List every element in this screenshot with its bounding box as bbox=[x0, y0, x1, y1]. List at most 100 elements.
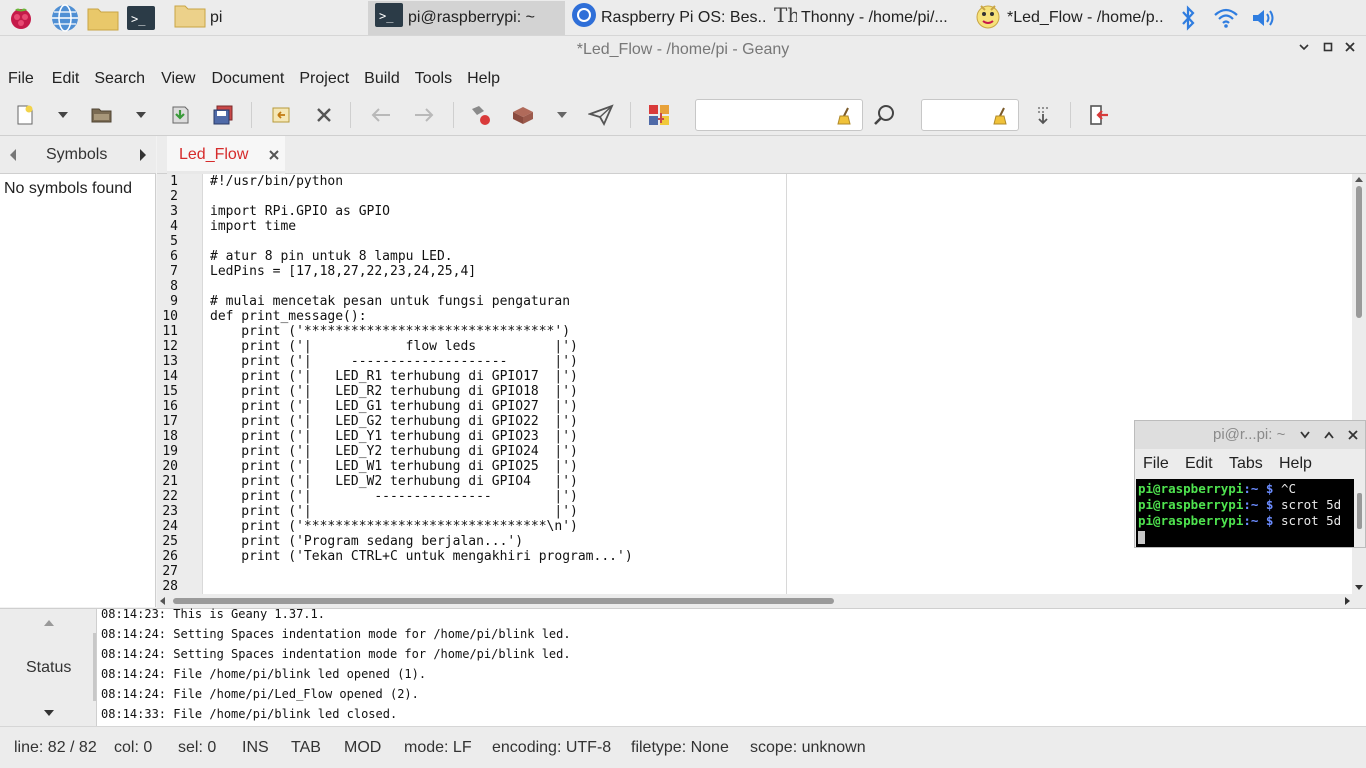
code-line: print ('| -------------------- |') bbox=[210, 354, 578, 369]
terminal-titlebar: pi@r...pi: ~ bbox=[1135, 421, 1365, 449]
menu-build[interactable]: Build bbox=[364, 70, 400, 88]
save-button[interactable] bbox=[167, 103, 193, 127]
terminal-menu-help[interactable]: Help bbox=[1279, 455, 1312, 473]
chevron-down-icon bbox=[1299, 44, 1309, 51]
chevron-right-icon[interactable] bbox=[138, 148, 148, 162]
color-chooser-button[interactable] bbox=[646, 103, 672, 127]
file-manager-icon[interactable] bbox=[86, 1, 120, 35]
menu-tools[interactable]: Tools bbox=[415, 70, 452, 88]
code-line: print ('| --------------- |') bbox=[210, 489, 578, 504]
save-all-button[interactable] bbox=[210, 103, 236, 127]
vertical-scroll-thumb[interactable] bbox=[1356, 186, 1362, 318]
taskbar-folder-pi[interactable]: pi bbox=[168, 1, 368, 35]
build-options-dropdown[interactable] bbox=[551, 103, 573, 127]
close-icon[interactable] bbox=[1347, 429, 1359, 441]
goto-line-button[interactable] bbox=[1030, 103, 1056, 127]
find-button[interactable] bbox=[872, 103, 898, 127]
terminal-cursor bbox=[1138, 531, 1145, 544]
tab-status[interactable]: Status bbox=[26, 659, 71, 677]
dropdown-arrow-icon bbox=[557, 112, 567, 118]
terminal-line: pi@raspberrypi:~ $ ^C bbox=[1138, 481, 1296, 496]
document-tab-label: Led_Flow bbox=[179, 146, 249, 163]
clear-broom-icon[interactable] bbox=[836, 106, 854, 126]
menu-document[interactable]: Document bbox=[211, 70, 284, 88]
terminal-menu-edit[interactable]: Edit bbox=[1185, 455, 1213, 473]
new-file-button[interactable] bbox=[12, 103, 38, 127]
close-icon bbox=[317, 108, 331, 122]
web-browser-icon[interactable] bbox=[48, 1, 82, 35]
code-line: print ('| LED_R2 terhubung di GPIO18 |') bbox=[210, 384, 578, 399]
terminal-menu-file[interactable]: File bbox=[1143, 455, 1169, 473]
scroll-right-icon[interactable] bbox=[1343, 597, 1351, 605]
code-line: print ('| LED_R1 terhubung di GPIO17 |') bbox=[210, 369, 578, 384]
bluetooth-icon[interactable] bbox=[1171, 1, 1205, 35]
goto-line-input[interactable] bbox=[921, 99, 1019, 131]
toolbar-separator bbox=[453, 102, 454, 128]
execute-button[interactable] bbox=[588, 103, 614, 127]
menu-view[interactable]: View bbox=[161, 70, 195, 88]
revert-button[interactable] bbox=[268, 103, 294, 127]
menu-file[interactable]: File bbox=[8, 70, 34, 88]
terminal-scroll-thumb[interactable] bbox=[1357, 493, 1362, 529]
horizontal-scroll-thumb[interactable] bbox=[173, 598, 834, 604]
taskbar-task-geany[interactable]: *Led_Flow - /home/p... bbox=[967, 1, 1163, 35]
tab-symbols[interactable]: Symbols bbox=[46, 146, 107, 164]
wifi-icon[interactable] bbox=[1209, 1, 1243, 35]
horizontal-scrollbar[interactable] bbox=[157, 594, 1366, 608]
close-window-button[interactable] bbox=[1341, 40, 1359, 58]
line-number: 28 bbox=[162, 579, 178, 594]
code-line: print ('| flow leds |') bbox=[210, 339, 578, 354]
taskbar-task-thonny[interactable]: Th Thonny - /home/pi/... bbox=[767, 1, 967, 35]
close-tab-icon[interactable] bbox=[268, 149, 280, 161]
line-number: 18 bbox=[162, 429, 178, 444]
raspberry-menu-icon[interactable] bbox=[4, 1, 38, 35]
taskbar-task-terminal[interactable]: >_ pi@raspberrypi: ~ bbox=[368, 0, 565, 35]
scroll-left-icon[interactable] bbox=[159, 597, 167, 605]
status-sel: sel: 0 bbox=[178, 739, 217, 756]
open-file-button[interactable] bbox=[89, 103, 115, 127]
build-button[interactable] bbox=[510, 103, 536, 127]
toolbar-separator bbox=[630, 102, 631, 128]
terminal-menubar: File Edit Tabs Help bbox=[1135, 449, 1365, 479]
terminal-scrollbar[interactable] bbox=[1355, 479, 1365, 547]
line-number: 12 bbox=[162, 339, 178, 354]
menu-search[interactable]: Search bbox=[94, 70, 145, 88]
recent-files-dropdown[interactable] bbox=[130, 103, 152, 127]
new-from-template-dropdown[interactable] bbox=[52, 103, 74, 127]
minimize-button[interactable] bbox=[1295, 40, 1313, 58]
line-number: 17 bbox=[162, 414, 178, 429]
terminal-screen[interactable]: pi@raspberrypi:~ $ ^C pi@raspberrypi:~ $ … bbox=[1136, 479, 1354, 547]
document-tab-led-flow[interactable]: Led_Flow bbox=[167, 136, 285, 174]
search-icon bbox=[874, 105, 894, 125]
quit-button[interactable] bbox=[1086, 103, 1112, 127]
no-symbols-text: No symbols found bbox=[4, 180, 133, 197]
revert-icon bbox=[272, 107, 290, 123]
chevron-up-icon[interactable] bbox=[1323, 430, 1335, 440]
chevron-down-icon[interactable] bbox=[43, 709, 55, 717]
compile-button[interactable] bbox=[468, 103, 494, 127]
chevron-down-icon[interactable] bbox=[1299, 430, 1311, 440]
terminal-menu-tabs[interactable]: Tabs bbox=[1229, 455, 1263, 473]
menu-edit[interactable]: Edit bbox=[52, 70, 80, 88]
volume-icon[interactable] bbox=[1247, 1, 1281, 35]
scroll-up-icon[interactable] bbox=[1355, 176, 1363, 184]
status-encoding: encoding: UTF-8 bbox=[492, 739, 612, 756]
menu-project[interactable]: Project bbox=[299, 70, 349, 88]
maximize-button[interactable] bbox=[1319, 40, 1337, 58]
terminal-prompt-user: pi@raspberrypi bbox=[1138, 497, 1244, 512]
toolbar-separator bbox=[1070, 102, 1071, 128]
chevron-left-icon[interactable] bbox=[8, 148, 18, 162]
terminal-command: scrot 5d bbox=[1281, 513, 1342, 528]
search-input[interactable] bbox=[695, 99, 863, 131]
clear-broom-icon[interactable] bbox=[992, 106, 1010, 126]
chevron-up-icon[interactable] bbox=[43, 619, 55, 627]
taskbar-task-browser[interactable]: Raspberry Pi OS: Bes... bbox=[565, 1, 767, 35]
menu-help[interactable]: Help bbox=[467, 70, 500, 88]
line-number: 24 bbox=[162, 519, 178, 534]
navigate-forward-button[interactable] bbox=[411, 103, 437, 127]
close-file-button[interactable] bbox=[311, 103, 337, 127]
line-number: 4 bbox=[170, 219, 178, 234]
navigate-back-button[interactable] bbox=[368, 103, 394, 127]
terminal-launcher-icon[interactable]: >_ bbox=[124, 1, 158, 35]
scroll-down-icon[interactable] bbox=[1355, 583, 1363, 591]
